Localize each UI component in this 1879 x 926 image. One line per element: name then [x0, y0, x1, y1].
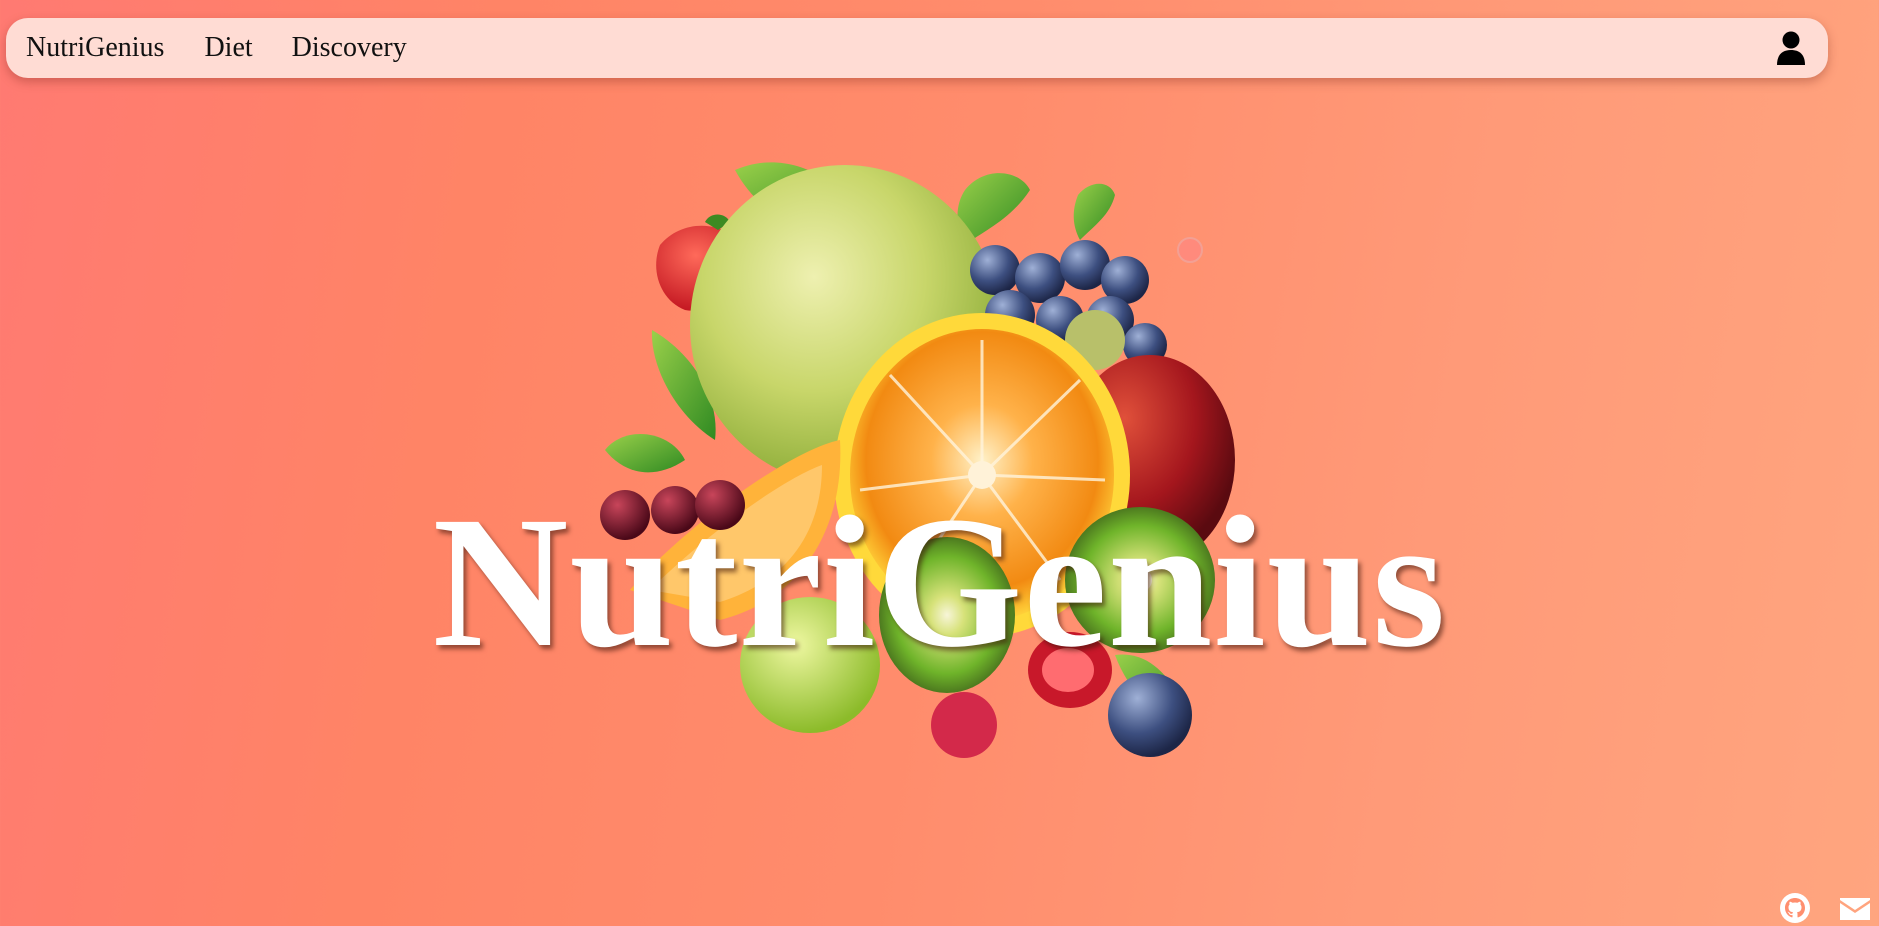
user-account-button[interactable] — [1774, 30, 1808, 66]
email-link[interactable] — [1838, 892, 1872, 924]
top-navbar: NutriGenius Diet Discovery — [6, 18, 1828, 78]
user-icon — [1777, 31, 1805, 65]
github-icon — [1780, 893, 1810, 923]
nav-diet-link[interactable]: Diet — [204, 34, 252, 62]
nav-brand-link[interactable]: NutriGenius — [26, 34, 164, 62]
nav-discovery-link[interactable]: Discovery — [292, 34, 407, 62]
mail-icon — [1840, 898, 1870, 920]
github-link[interactable] — [1779, 892, 1811, 924]
hero-title: NutriGenius — [432, 477, 1447, 686]
